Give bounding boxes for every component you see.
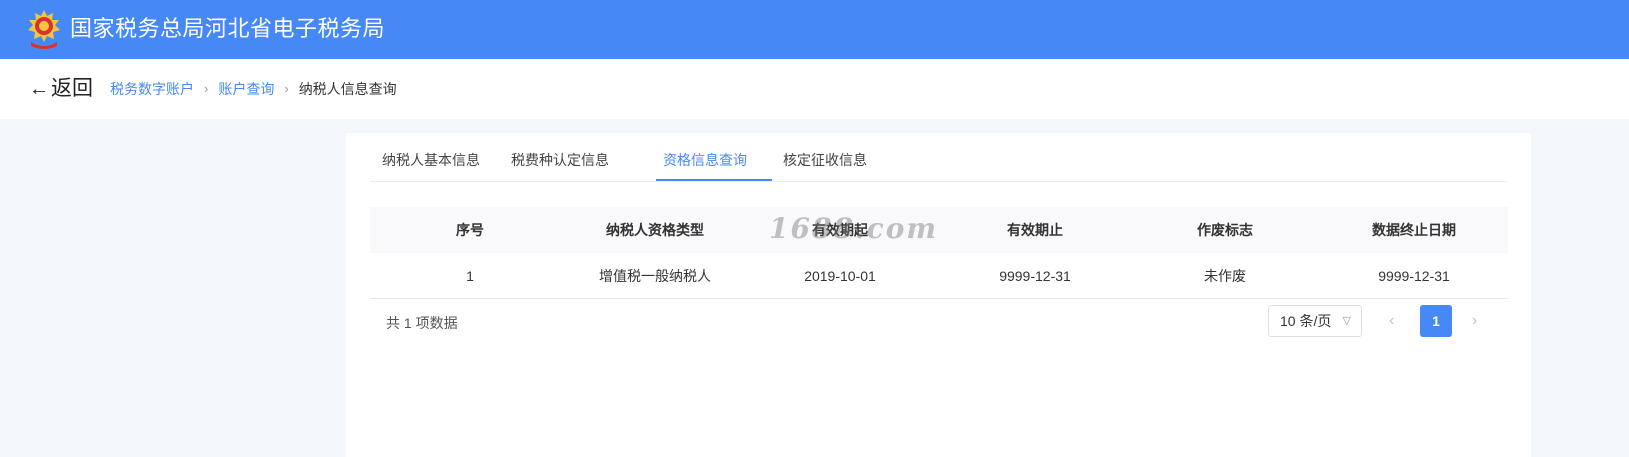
breadcrumb-item-current: 纳税人信息查询 bbox=[298, 81, 397, 97]
chevron-right-icon: › bbox=[204, 81, 209, 96]
tab-assessment-info[interactable]: 核定征收信息 bbox=[783, 150, 867, 170]
table-cell: 9999-12-31 bbox=[999, 268, 1071, 284]
column-header: 作废标志 bbox=[1197, 222, 1253, 238]
table-cell: 未作废 bbox=[1204, 268, 1246, 284]
back-button[interactable]: ←返回 bbox=[29, 75, 93, 103]
tab-qualification-query[interactable]: 资格信息查询 bbox=[663, 150, 747, 170]
table-cell: 1 bbox=[466, 268, 474, 284]
table-cell: 9999-12-31 bbox=[1378, 268, 1450, 284]
chevron-right-icon: › bbox=[284, 81, 289, 96]
qualification-table: 序号 纳税人资格类型 有效期起 有效期止 作废标志 数据终止日期 1 增值税一般… bbox=[370, 207, 1508, 299]
tab-bar: 纳税人基本信息 税费种认定信息 资格信息查询 核定征收信息 bbox=[370, 133, 1508, 182]
top-header: 国家税务总局河北省电子税务局 bbox=[0, 0, 1629, 59]
watermark: 1688.com bbox=[769, 212, 939, 245]
total-count: 共 1 项数据 bbox=[386, 315, 458, 331]
chevron-left-icon[interactable]: ‹ bbox=[1389, 311, 1394, 331]
column-header: 数据终止日期 bbox=[1372, 222, 1456, 238]
content-card: 纳税人基本信息 税费种认定信息 资格信息查询 核定征收信息 序号 纳税人资格类型… bbox=[346, 133, 1531, 457]
chevron-down-icon: ▽ bbox=[1342, 315, 1351, 327]
page-button-current[interactable]: 1 bbox=[1420, 305, 1452, 337]
table-row: 1 增值税一般纳税人 2019-10-01 9999-12-31 未作废 999… bbox=[370, 253, 1508, 299]
back-label: 返回 bbox=[51, 77, 93, 100]
nav-bar: ←返回 税务数字账户 › 账户查询 › 纳税人信息查询 bbox=[0, 59, 1629, 119]
table-cell: 2019-10-01 bbox=[804, 268, 876, 284]
arrow-left-icon: ← bbox=[29, 78, 49, 100]
column-header: 有效期止 bbox=[1007, 222, 1063, 238]
breadcrumb: 税务数字账户 › 账户查询 › 纳税人信息查询 bbox=[110, 79, 397, 99]
active-tab-indicator bbox=[656, 179, 772, 181]
table-cell: 增值税一般纳税人 bbox=[599, 268, 711, 284]
chevron-right-icon[interactable]: › bbox=[1472, 311, 1477, 331]
breadcrumb-item-tax-account[interactable]: 税务数字账户 bbox=[110, 79, 194, 99]
page-size-select[interactable]: 10 条/页 ▽ bbox=[1268, 305, 1362, 337]
tab-basic-info[interactable]: 纳税人基本信息 bbox=[382, 150, 480, 170]
tab-tax-type-info[interactable]: 税费种认定信息 bbox=[511, 150, 609, 170]
breadcrumb-item-account-query[interactable]: 账户查询 bbox=[218, 79, 274, 99]
column-header: 序号 bbox=[456, 222, 484, 238]
tax-emblem-icon bbox=[28, 10, 60, 49]
page-size-value: 10 条/页 bbox=[1280, 313, 1332, 329]
app-title: 国家税务总局河北省电子税务局 bbox=[70, 16, 386, 41]
table-header: 序号 纳税人资格类型 有效期起 有效期止 作废标志 数据终止日期 bbox=[370, 207, 1508, 253]
column-header: 纳税人资格类型 bbox=[606, 222, 704, 238]
